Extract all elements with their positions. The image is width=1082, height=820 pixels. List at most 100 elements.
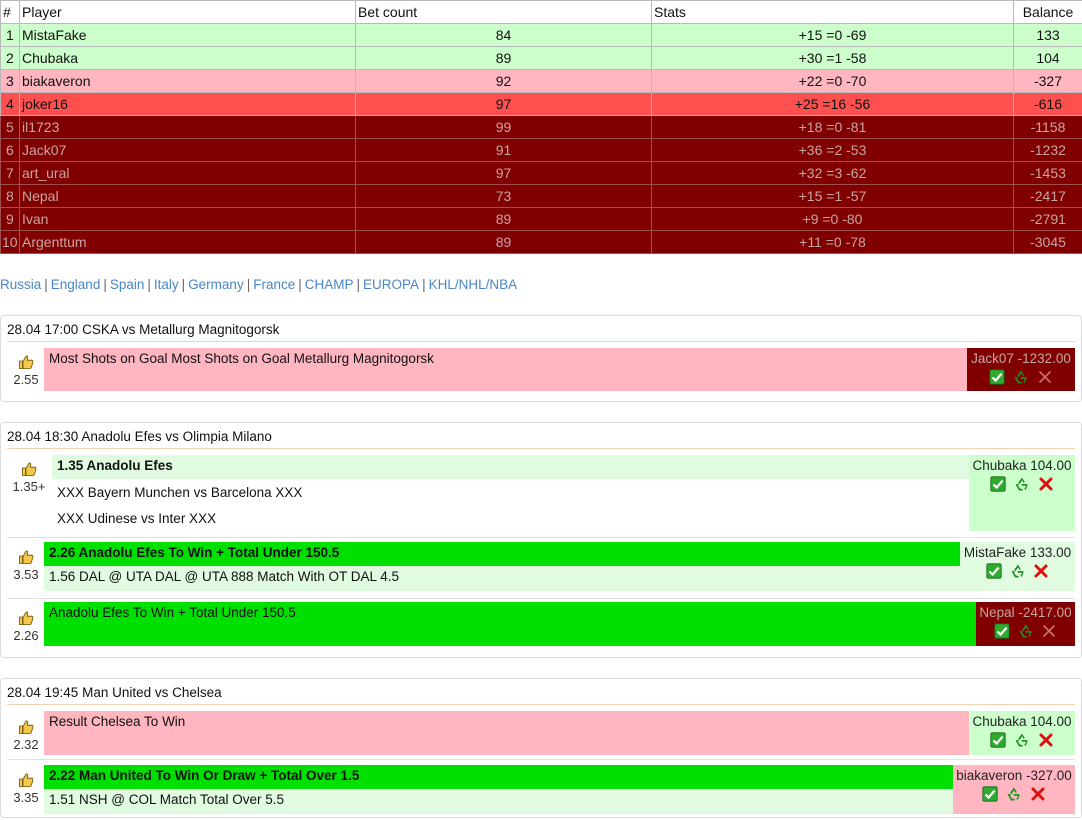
like-button[interactable]: 2.26: [6, 610, 46, 643]
cross-icon[interactable]: [1033, 563, 1049, 579]
check-icon[interactable]: [990, 732, 1006, 748]
rank: 8: [1, 185, 20, 208]
nav-separator: |: [182, 277, 186, 292]
table-row: 2 Chubaka 89 +30 =1 -58 104: [1, 47, 1082, 70]
bet-count: 92: [356, 70, 652, 93]
like-button[interactable]: 1.35+: [9, 461, 49, 494]
match-title: 28.04 18:30 Anadolu Efes vs Olimpia Mila…: [7, 429, 1075, 449]
nav-link-europa[interactable]: EUROPA: [363, 277, 419, 292]
balance: -327: [1014, 70, 1082, 93]
cross-icon[interactable]: [1038, 732, 1054, 748]
player-name[interactable]: Jack07: [20, 139, 356, 162]
bet-owner[interactable]: Nepal -2417.00: [976, 605, 1075, 620]
player-name[interactable]: Ivan: [20, 208, 356, 231]
like-button[interactable]: 2.32: [6, 719, 46, 752]
rank: 2: [1, 47, 20, 70]
balance: -3045: [1014, 231, 1082, 254]
selection-line: 1.35 Anadolu Efes: [57, 455, 964, 477]
stats: +15 =1 -57: [652, 185, 1014, 208]
bet-selection: 2.26 Anadolu Efes To Win + Total Under 1…: [44, 542, 960, 566]
thumbs-up-icon: [18, 772, 34, 788]
balance: 133: [1014, 24, 1082, 47]
rank: 7: [1, 162, 20, 185]
bet-owner-panel: Chubaka 104.00: [969, 711, 1075, 755]
bet-count: 91: [356, 139, 652, 162]
bet-selection: Most Shots on Goal Most Shots on Goal Me…: [44, 348, 967, 391]
like-button[interactable]: 2.55: [6, 354, 46, 387]
player-name[interactable]: Nepal: [20, 185, 356, 208]
stats: +9 =0 -80: [652, 208, 1014, 231]
bet-owner[interactable]: MistaFake 133.00: [960, 545, 1075, 560]
rank: 5: [1, 116, 20, 139]
bet-owner[interactable]: Jack07 -1232.00: [967, 351, 1075, 366]
leaderboard-header-row: # Player Bet count Stats Balance: [1, 1, 1082, 24]
nav-link-spain[interactable]: Spain: [110, 277, 145, 292]
nav-link-russia[interactable]: Russia: [0, 277, 41, 292]
bet-count: 99: [356, 116, 652, 139]
balance: -616: [1014, 93, 1082, 116]
nav-link-khl-nhl-nba[interactable]: KHL/NHL/NBA: [429, 277, 518, 292]
check-icon[interactable]: [982, 786, 998, 802]
stats: +22 =0 -70: [652, 70, 1014, 93]
cross-icon[interactable]: [1041, 623, 1057, 639]
nav-link-italy[interactable]: Italy: [154, 277, 179, 292]
bet-owner[interactable]: Chubaka 104.00: [969, 458, 1075, 473]
nav-link-england[interactable]: England: [51, 277, 101, 292]
bet-count: 89: [356, 47, 652, 70]
col-header-bet-count[interactable]: Bet count: [356, 1, 652, 24]
check-icon[interactable]: [989, 369, 1005, 385]
check-icon[interactable]: [994, 623, 1010, 639]
balance: -2417: [1014, 185, 1082, 208]
nav-link-germany[interactable]: Germany: [188, 277, 244, 292]
bet-count: 89: [356, 208, 652, 231]
selection-line: Most Shots on Goal Most Shots on Goal Me…: [49, 348, 962, 370]
recycle-icon[interactable]: [1014, 732, 1030, 748]
player-name[interactable]: Argenttum: [20, 231, 356, 254]
selection-line: 1.56 DAL @ UTA DAL @ UTA 888 Match With …: [49, 566, 955, 588]
bet-selection: XXX Udinese vs Inter XXX: [52, 506, 969, 532]
cross-icon[interactable]: [1038, 476, 1054, 492]
nav-link-champ[interactable]: CHAMP: [305, 277, 354, 292]
cross-icon[interactable]: [1037, 369, 1053, 385]
match-title: 28.04 17:00 CSKA vs Metallurg Magnitogor…: [7, 322, 1075, 342]
table-row: 8 Nepal 73 +15 =1 -57 -2417: [1, 185, 1082, 208]
player-name[interactable]: Chubaka: [20, 47, 356, 70]
nav-separator: |: [44, 277, 48, 292]
player-name[interactable]: il1723: [20, 116, 356, 139]
selection-line: 2.26 Anadolu Efes To Win + Total Under 1…: [49, 542, 955, 564]
bet-owner[interactable]: Chubaka 104.00: [969, 714, 1075, 729]
player-name[interactable]: MistaFake: [20, 24, 356, 47]
recycle-icon[interactable]: [1006, 786, 1022, 802]
table-row: 3 biakaveron 92 +22 =0 -70 -327: [1, 70, 1082, 93]
nav-link-france[interactable]: France: [253, 277, 295, 292]
bet-odds: 2.55: [13, 372, 38, 387]
bet-selection: Anadolu Efes To Win + Total Under 150.5: [44, 602, 976, 646]
nav-separator: |: [422, 277, 426, 292]
like-button[interactable]: 3.53: [6, 549, 46, 582]
table-row: 1 MistaFake 84 +15 =0 -69 133: [1, 24, 1082, 47]
col-header-balance[interactable]: Balance: [1014, 1, 1082, 24]
recycle-icon[interactable]: [1014, 476, 1030, 492]
player-name[interactable]: joker16: [20, 93, 356, 116]
col-header-stats[interactable]: Stats: [652, 1, 1014, 24]
player-name[interactable]: art_ural: [20, 162, 356, 185]
recycle-icon[interactable]: [1010, 563, 1026, 579]
bet-odds: 2.32: [13, 737, 38, 752]
thumbs-up-icon: [18, 610, 34, 626]
bet-owner-panel: Nepal -2417.00: [976, 602, 1075, 646]
bet-owner[interactable]: biakaveron -327.00: [953, 768, 1075, 783]
col-header-player[interactable]: Player: [20, 1, 356, 24]
player-name[interactable]: biakaveron: [20, 70, 356, 93]
like-button[interactable]: 3.35: [6, 772, 46, 805]
check-icon[interactable]: [990, 476, 1006, 492]
bet-selection: 1.56 DAL @ UTA DAL @ UTA 888 Match With …: [44, 566, 960, 591]
check-icon[interactable]: [986, 563, 1002, 579]
bet-selection: 1.35 Anadolu Efes: [52, 455, 969, 479]
thumbs-up-icon: [21, 461, 37, 477]
recycle-icon[interactable]: [1013, 369, 1029, 385]
league-nav: Russia|England|Spain|Italy|Germany|Franc…: [0, 277, 517, 292]
recycle-icon[interactable]: [1018, 623, 1034, 639]
match-card: 28.04 19:45 Man United vs Chelsea 2.32 R…: [0, 678, 1082, 818]
stats: +30 =1 -58: [652, 47, 1014, 70]
cross-icon[interactable]: [1030, 786, 1046, 802]
